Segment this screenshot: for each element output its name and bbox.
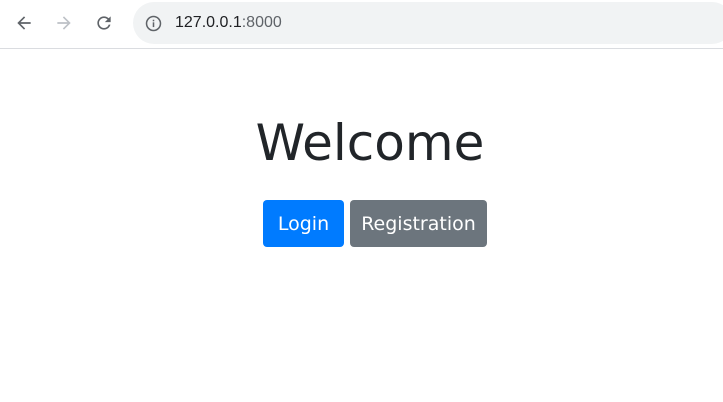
registration-button[interactable]: Registration [350,200,487,247]
url-port: :8000 [241,14,282,31]
forward-button[interactable] [50,9,78,37]
info-icon[interactable] [145,15,162,32]
url-text[interactable]: 127.0.0.1:8000 [175,13,282,33]
back-button[interactable] [10,9,38,37]
page-content: Welcome Login Registration [0,50,723,402]
reload-button[interactable] [90,9,118,37]
browser-toolbar: 127.0.0.1:8000 [0,0,723,49]
page-title: Welcome [255,114,485,172]
reload-icon [97,16,111,30]
arrow-right-icon [57,16,71,30]
login-button[interactable]: Login [263,200,344,247]
address-bar[interactable]: 127.0.0.1:8000 [133,2,723,44]
url-host: 127.0.0.1 [175,14,242,31]
arrow-left-icon [17,16,31,30]
